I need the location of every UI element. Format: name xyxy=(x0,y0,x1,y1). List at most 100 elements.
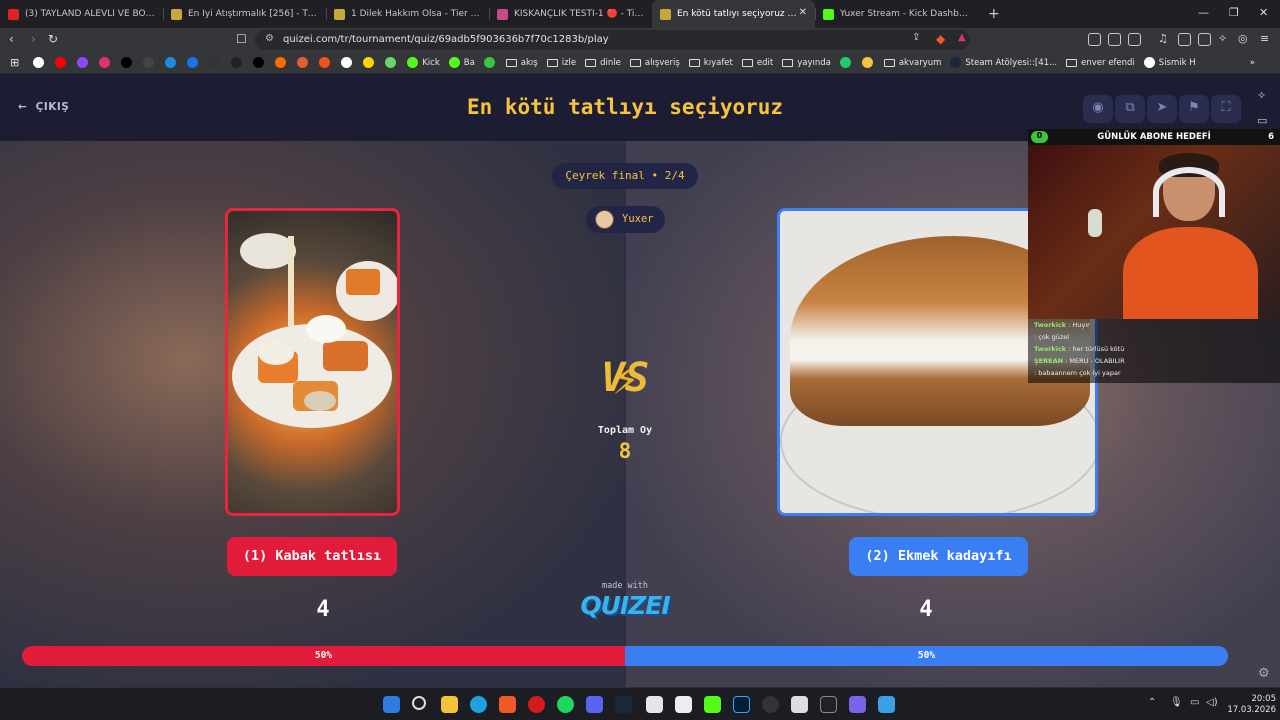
bookmark-favicon-icon xyxy=(231,57,243,68)
bookmark-item[interactable]: Ba xyxy=(448,57,475,68)
bookmark-item[interactable]: edit xyxy=(741,58,773,68)
network-icon[interactable]: ▭ xyxy=(1190,697,1199,708)
right-vote-count: 4 xyxy=(919,597,933,622)
capcut-icon[interactable] xyxy=(675,696,692,713)
obs-icon[interactable] xyxy=(762,696,779,713)
app-icon[interactable] xyxy=(849,696,866,713)
discord-icon[interactable] xyxy=(586,696,603,713)
url-field[interactable]: ⚙ quizei.com/tr/tournament/quiz/69adb5f9… xyxy=(255,30,970,50)
bookmark-item[interactable] xyxy=(77,57,92,68)
bookmark-item[interactable] xyxy=(253,57,268,68)
opera-icon[interactable] xyxy=(528,696,545,713)
bookmark-item[interactable]: akvaryum xyxy=(883,58,941,68)
bookmark-icon[interactable]: ☐ xyxy=(236,32,247,46)
bookmark-item[interactable] xyxy=(385,57,400,68)
apps-grid-icon[interactable]: ⊞ xyxy=(10,56,19,69)
kick-icon[interactable] xyxy=(704,696,721,713)
bookmark-item[interactable] xyxy=(341,57,356,68)
bookmark-item[interactable] xyxy=(483,57,499,68)
bookmark-item[interactable] xyxy=(319,57,334,68)
right-option-button[interactable]: (2) Ekmek kadayıfı xyxy=(849,537,1028,576)
bookmark-item[interactable] xyxy=(839,57,855,68)
sidebar-icon[interactable] xyxy=(1178,33,1191,46)
browser-tab-active[interactable]: En kötü tatlıyı seçiyoruz - Tier List...… xyxy=(652,0,815,28)
spotify-icon[interactable] xyxy=(557,696,574,713)
vpn-icon[interactable]: ◎ xyxy=(1238,32,1248,45)
reload-icon[interactable]: ↻ xyxy=(48,32,58,46)
photoshop-icon[interactable] xyxy=(733,696,750,713)
bookmark-item[interactable] xyxy=(33,57,48,68)
back-icon[interactable]: ‹ xyxy=(9,32,14,46)
steam-icon[interactable] xyxy=(615,696,632,713)
bookmarks-more-icon[interactable]: » xyxy=(1250,58,1255,68)
flag-icon[interactable]: ⚑ xyxy=(1179,95,1209,123)
windows-start-icon[interactable] xyxy=(383,696,400,713)
media-icon[interactable]: ♫ xyxy=(1158,32,1168,45)
close-window-icon[interactable]: ✕ xyxy=(1259,6,1268,19)
wallet-icon[interactable] xyxy=(1198,33,1211,46)
browser-tab[interactable]: En İyi Atıştırmalık [256] - Tier List | … xyxy=(163,0,326,28)
microphone-icon[interactable]: 🎙 xyxy=(1170,697,1183,708)
bookmark-item[interactable] xyxy=(121,57,136,68)
epic-games-icon[interactable] xyxy=(820,696,837,713)
bookmark-item[interactable]: akış xyxy=(505,58,538,68)
copy-icon[interactable]: ⧉ xyxy=(1115,95,1145,123)
eye-icon[interactable]: ◉ xyxy=(1083,95,1113,123)
bookmark-item[interactable]: alışveriş xyxy=(629,58,680,68)
bookmark-item[interactable]: yayında xyxy=(782,58,831,68)
extension-icon[interactable] xyxy=(1088,33,1101,46)
app-icon[interactable] xyxy=(791,696,808,713)
bookmark-item[interactable]: Kick xyxy=(407,57,440,68)
bookmark-item[interactable]: enver efendi xyxy=(1066,58,1135,68)
forward-icon[interactable]: › xyxy=(31,32,36,46)
leo-icon[interactable]: ✧ xyxy=(1218,32,1227,45)
file-explorer-icon[interactable] xyxy=(441,696,458,713)
left-option-button[interactable]: (1) Kabak tatlısı xyxy=(227,537,397,576)
bookmark-item[interactable]: dinle xyxy=(585,58,621,68)
system-clock[interactable]: 20:05 17.03.2026 xyxy=(1222,694,1276,716)
bookmark-item[interactable] xyxy=(143,57,158,68)
bookmark-item[interactable] xyxy=(165,57,180,68)
site-info-icon[interactable]: ⚙ xyxy=(265,33,274,44)
bookmark-item[interactable] xyxy=(231,57,246,68)
left-option-image[interactable] xyxy=(225,208,400,516)
bookmark-item[interactable] xyxy=(363,57,378,68)
bookmark-item[interactable]: Sismik H xyxy=(1143,57,1196,68)
bookmark-item[interactable] xyxy=(209,57,224,68)
ai-icon[interactable]: ✧ xyxy=(1257,83,1267,108)
minimize-icon[interactable]: — xyxy=(1198,6,1209,19)
bookmark-item[interactable] xyxy=(55,57,70,68)
notepad-icon[interactable] xyxy=(646,696,663,713)
bookmark-item[interactable] xyxy=(861,57,877,68)
extension-icon[interactable] xyxy=(1108,33,1121,46)
menu-icon[interactable]: ≡ xyxy=(1260,32,1269,45)
send-icon[interactable]: ➤ xyxy=(1147,95,1177,123)
bookmark-item[interactable]: Steam Atölyesi::[41... xyxy=(950,57,1057,68)
fullscreen-icon[interactable]: ⛶ xyxy=(1211,95,1241,123)
share-icon[interactable]: ⇪ xyxy=(912,32,920,43)
browser-tab[interactable]: 1 Dilek Hakkım Olsa - Tier List | Kör S.… xyxy=(326,0,489,28)
volume-icon[interactable]: ◁) xyxy=(1206,697,1218,708)
bookmark-item[interactable]: kıyafet xyxy=(688,58,733,68)
tab-close-icon[interactable]: ✕ xyxy=(799,7,807,18)
brave-shield-icon[interactable]: ◆ xyxy=(936,32,945,46)
browser-tab[interactable]: (3) TAYLAND ALEVLİ VE BÖCEKLİ SO... xyxy=(0,0,163,28)
browser-tab[interactable]: Yuxer Stream - Kick Dashboard xyxy=(815,0,978,28)
extension-icon[interactable] xyxy=(1128,33,1141,46)
quizei-logo[interactable]: QUIZEI xyxy=(575,591,675,620)
maximize-icon[interactable]: ❐ xyxy=(1229,6,1239,19)
bookmark-item[interactable] xyxy=(187,57,202,68)
edge-icon[interactable] xyxy=(470,696,487,713)
browser-tab[interactable]: KISKANÇLIK TESTİ-1 🔴 - Tier List... xyxy=(489,0,652,28)
bookmark-item[interactable] xyxy=(297,57,312,68)
brave-icon[interactable] xyxy=(499,696,516,713)
bookmark-item[interactable] xyxy=(99,57,114,68)
bookmark-item[interactable] xyxy=(275,57,290,68)
chevron-up-icon[interactable]: ⌃ xyxy=(1148,697,1156,708)
bookmark-item[interactable]: izle xyxy=(546,58,576,68)
app-icon[interactable] xyxy=(878,696,895,713)
brave-rewards-icon[interactable]: ▲ xyxy=(958,32,966,43)
gear-icon[interactable]: ⚙ xyxy=(1258,666,1270,681)
search-icon[interactable] xyxy=(412,696,426,710)
new-tab-button[interactable]: + xyxy=(988,6,1000,22)
